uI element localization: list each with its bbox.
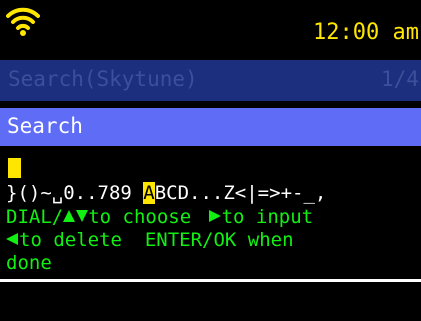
clock: 12:00 am <box>313 20 419 45</box>
arrow-down-icon <box>76 209 89 222</box>
help-line3: done <box>6 252 52 274</box>
divider <box>0 101 421 108</box>
help-line1-prefix: DIAL/ <box>6 206 64 228</box>
status-bar: 12:00 am <box>0 0 421 60</box>
page-indicator: 1/4 <box>381 67 419 91</box>
charset-before: }()~␣0..789 <box>6 182 144 204</box>
text-cursor[interactable] <box>8 158 21 178</box>
arrow-right-icon <box>208 209 221 222</box>
help-line2: to delete ENTER/OK when <box>19 229 294 251</box>
charset-after: BCD...Z<|=>+-_, <box>154 182 327 204</box>
radio-screen: 12:00 am Search(Skytune) 1/4 Search }()~… <box>0 0 421 321</box>
search-menu-item[interactable]: Search <box>0 108 421 146</box>
bottom-area <box>0 282 421 321</box>
text-entry-panel: }()~␣0..789 ABCD...Z<|=>+-_, DIAL/to cho… <box>0 146 421 282</box>
arrow-up-icon <box>63 209 76 222</box>
help-text: DIAL/to choose to input to delete ENTER/… <box>6 206 419 275</box>
wifi-signal-icon <box>6 7 40 36</box>
help-line1-end: to input <box>221 206 314 228</box>
character-picker[interactable]: }()~␣0..789 ABCD...Z<|=>+-_, <box>6 182 421 204</box>
search-label: Search <box>7 114 83 138</box>
charset-selected[interactable]: A <box>143 182 155 204</box>
arrow-left-icon <box>6 232 18 245</box>
header-title: Search(Skytune) <box>8 67 198 91</box>
help-line1-mid: to choose <box>88 206 203 228</box>
station-header: Search(Skytune) 1/4 <box>0 60 421 101</box>
